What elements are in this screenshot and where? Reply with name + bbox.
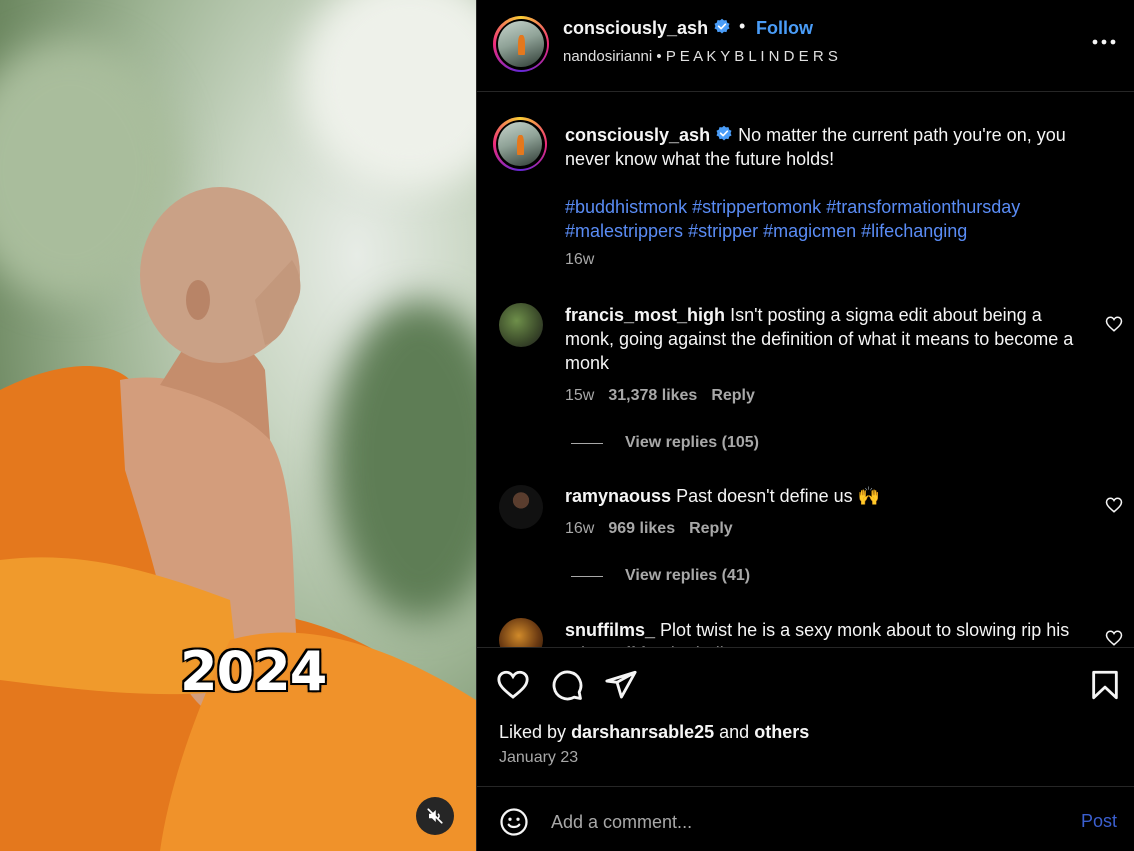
caption-avatar-image <box>498 122 542 166</box>
like-comment-heart-icon[interactable] <box>1105 496 1123 514</box>
liked-by-prefix: Liked by <box>499 722 567 742</box>
caption-hashtags: #buddhistmonk #strippertomonk #transform… <box>565 195 1105 243</box>
verified-badge-icon <box>714 18 730 34</box>
commenter-avatar[interactable] <box>499 618 543 647</box>
header-separator: • <box>739 16 746 36</box>
audio-attribution[interactable]: nandosirianni • P E A K Y B L I N D E R … <box>563 48 838 65</box>
comment-text: Past doesn't define us 🙌 <box>676 486 881 506</box>
hashtag-link[interactable]: #buddhistmonk <box>565 197 687 217</box>
add-comment-input[interactable] <box>551 807 1051 837</box>
comments-section[interactable]: consciously_ash No matter the current pa… <box>477 93 1134 647</box>
caption-age: 16w <box>565 251 595 268</box>
caption-author-avatar[interactable] <box>493 117 547 171</box>
hashtag-link[interactable]: #magicmen <box>763 221 856 241</box>
comment: francis_most_high Isn't posting a sigma … <box>565 303 1085 375</box>
post-actions: Liked by darshanrsable25 and others Janu… <box>477 647 1134 786</box>
commenter-avatar[interactable] <box>499 485 543 529</box>
post-date: January 23 <box>499 749 579 766</box>
liked-by-others-link[interactable]: others <box>754 722 809 742</box>
view-replies-label: View replies (41) <box>625 567 751 584</box>
hashtag-link[interactable]: #strippertomonk <box>692 197 821 217</box>
comment-age: 16w <box>565 520 595 537</box>
comment: snuffilms_ Plot twist he is a sexy monk … <box>565 618 1085 647</box>
comment-username[interactable]: ramynaouss <box>565 486 671 506</box>
commenter-avatar[interactable] <box>499 303 543 347</box>
comment: ramynaouss Past doesn't define us 🙌 <box>565 484 1085 508</box>
comment-likes[interactable]: 969 likes <box>608 520 675 537</box>
hashtag-link[interactable]: #stripper <box>688 221 758 241</box>
post-side-panel: consciously_ash • Follow nandosirianni •… <box>476 0 1134 851</box>
replies-divider-line <box>571 575 603 577</box>
liked-by-and: and <box>719 722 750 742</box>
liked-by-username[interactable]: darshanrsable25 <box>571 722 714 742</box>
more-options-button[interactable] <box>1089 28 1119 56</box>
post-comment-button[interactable]: Post <box>1081 811 1117 832</box>
emoji-picker-icon[interactable] <box>499 807 529 837</box>
comment-likes[interactable]: 31,378 likes <box>608 387 697 404</box>
speaker-muted-icon <box>427 808 443 824</box>
post-caption: consciously_ash No matter the current pa… <box>565 123 1105 171</box>
like-heart-icon[interactable] <box>496 668 530 702</box>
hashtag-link[interactable]: #transformationthursday <box>826 197 1020 217</box>
view-replies-label: View replies (105) <box>625 434 759 451</box>
post-media[interactable]: 2024 <box>0 0 476 851</box>
like-comment-heart-icon[interactable] <box>1105 315 1123 333</box>
hashtag-link[interactable]: #malestrippers <box>565 221 683 241</box>
view-replies-button[interactable]: View replies (41) <box>571 567 750 585</box>
add-comment-bar: Post <box>477 786 1134 851</box>
view-replies-button[interactable]: View replies (105) <box>571 434 759 452</box>
comment-meta: 16w 969 likes Reply <box>565 520 733 538</box>
follow-button[interactable]: Follow <box>756 18 813 39</box>
more-options-icon <box>1092 39 1116 45</box>
hashtag-link[interactable]: #lifechanging <box>861 221 967 241</box>
monk-figure <box>0 187 476 851</box>
author-avatar[interactable] <box>493 16 549 72</box>
comment-meta: 15w 31,378 likes Reply <box>565 387 755 405</box>
verified-badge-icon <box>716 125 732 141</box>
post-header: consciously_ash • Follow nandosirianni •… <box>477 0 1134 92</box>
author-username[interactable]: consciously_ash <box>563 18 731 39</box>
comment-username[interactable]: francis_most_high <box>565 305 725 325</box>
save-bookmark-icon[interactable] <box>1088 668 1122 702</box>
reply-button[interactable]: Reply <box>711 387 755 404</box>
comment-bubble-icon[interactable] <box>550 668 584 702</box>
mute-toggle-button[interactable] <box>416 797 454 835</box>
reply-button[interactable]: Reply <box>689 520 733 537</box>
caption-username[interactable]: consciously_ash <box>565 125 710 145</box>
comment-age: 15w <box>565 387 595 404</box>
comment-username[interactable]: snuffilms_ <box>565 620 655 640</box>
author-avatar-image <box>498 21 544 67</box>
share-paper-plane-icon[interactable] <box>604 668 638 702</box>
liked-by-summary: Liked by darshanrsable25 and others <box>499 722 809 743</box>
replies-divider-line <box>571 442 603 444</box>
video-year-caption: 2024 <box>179 639 328 704</box>
like-comment-heart-icon[interactable] <box>1105 629 1123 647</box>
